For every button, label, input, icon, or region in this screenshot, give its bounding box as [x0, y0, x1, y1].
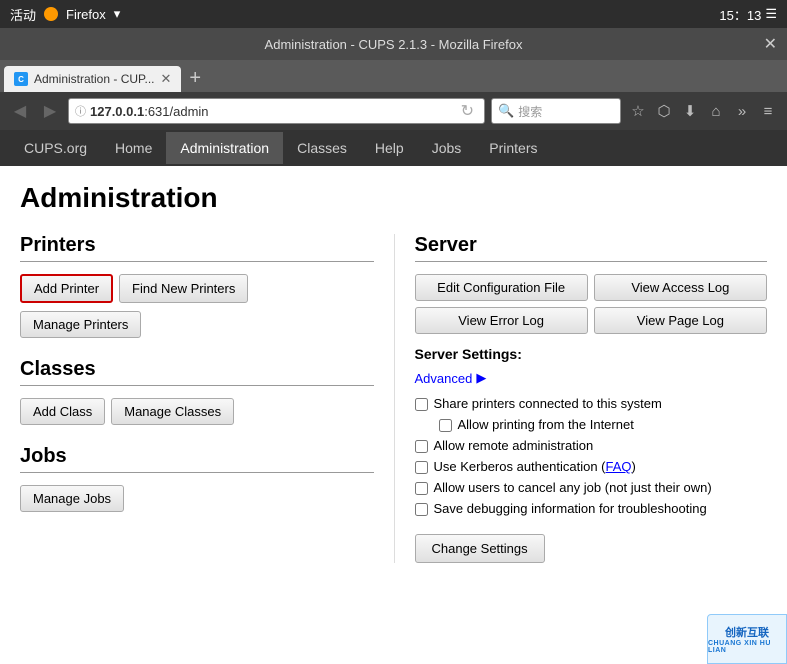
- classes-section: Classes Add Class Manage Classes: [20, 358, 374, 425]
- search-bar[interactable]: 🔍 搜索: [491, 98, 621, 124]
- url-secure-icon: ⓘ: [75, 103, 86, 119]
- nav-cups-org[interactable]: CUPS.org: [10, 132, 101, 164]
- page-title: Administration: [20, 182, 767, 214]
- browser-window-title: Administration - CUPS 2.1.3 - Mozilla Fi…: [265, 37, 523, 52]
- browser-tab-active[interactable]: C Administration - CUP... ✕: [4, 66, 181, 92]
- nav-printers[interactable]: Printers: [475, 132, 551, 164]
- manage-jobs-button[interactable]: Manage Jobs: [20, 485, 124, 512]
- jobs-btn-row: Manage Jobs: [20, 485, 374, 512]
- tab-close-button[interactable]: ✕: [161, 71, 172, 87]
- nav-home[interactable]: Home: [101, 132, 166, 164]
- firefox-favicon: [44, 7, 58, 21]
- tab-bar: C Administration - CUP... ✕ +: [0, 60, 787, 92]
- checkbox-allow-printing-internet: Allow printing from the Internet: [439, 417, 768, 432]
- download-icon[interactable]: ⬇: [679, 100, 701, 122]
- manage-printers-button[interactable]: Manage Printers: [20, 311, 141, 338]
- allow-remote-admin-checkbox[interactable]: [415, 440, 428, 453]
- forward-button[interactable]: ▶: [38, 99, 62, 123]
- toolbar-icons: ☆ ⬡ ⬇ ⌂ » ≡: [627, 100, 779, 122]
- share-icon[interactable]: ⬡: [653, 100, 675, 122]
- new-tab-button[interactable]: +: [183, 67, 207, 90]
- faq-link[interactable]: FAQ: [605, 459, 631, 474]
- watermark-line2: CHUANG XIN HU LIAN: [708, 640, 786, 654]
- printers-section: Printers Add Printer Find New Printers M…: [20, 234, 374, 338]
- printers-btn-row-1: Add Printer Find New Printers: [20, 274, 374, 303]
- nav-administration[interactable]: Administration: [166, 132, 283, 164]
- browser-close-button[interactable]: ✕: [764, 34, 777, 54]
- save-debug-info-checkbox[interactable]: [415, 503, 428, 516]
- os-taskbar-left: 活动 Firefox ▾: [10, 5, 120, 24]
- checkbox-debug-info: Save debugging information for troublesh…: [415, 501, 768, 516]
- printers-heading: Printers: [20, 234, 374, 262]
- server-btn-grid: Edit Configuration File View Access Log …: [415, 274, 768, 334]
- page-content: Administration Printers Add Printer Find…: [0, 166, 787, 664]
- allow-internet-printing-label: Allow printing from the Internet: [458, 417, 634, 432]
- main-grid: Printers Add Printer Find New Printers M…: [20, 234, 767, 563]
- address-bar: ◀ ▶ ⓘ 127.0.0.1:631/admin ↻ 🔍 搜索 ☆ ⬡ ⬇ ⌂…: [0, 92, 787, 130]
- view-access-log-button[interactable]: View Access Log: [594, 274, 767, 301]
- nav-jobs[interactable]: Jobs: [418, 132, 476, 164]
- add-printer-button[interactable]: Add Printer: [20, 274, 113, 303]
- view-page-log-button[interactable]: View Page Log: [594, 307, 767, 334]
- url-text: 127.0.0.1:631/admin: [90, 104, 453, 119]
- save-debug-info-label: Save debugging information for troublesh…: [434, 501, 707, 516]
- home-icon[interactable]: ⌂: [705, 100, 727, 122]
- find-new-printers-button[interactable]: Find New Printers: [119, 274, 248, 303]
- bookmark-icon[interactable]: ☆: [627, 100, 649, 122]
- right-column: Server Edit Configuration File View Acce…: [394, 234, 768, 563]
- advanced-arrow: ▶: [476, 370, 486, 386]
- jobs-section: Jobs Manage Jobs: [20, 445, 374, 512]
- url-bar[interactable]: ⓘ 127.0.0.1:631/admin ↻: [68, 98, 485, 124]
- os-time: 15：13: [719, 5, 761, 24]
- refresh-button[interactable]: ↻: [457, 101, 478, 121]
- server-settings-label: Server Settings:: [415, 346, 768, 362]
- tab-favicon: C: [14, 72, 28, 86]
- tab-label: Administration - CUP...: [34, 72, 155, 86]
- search-icon: 🔍: [498, 103, 514, 119]
- checkbox-kerberos: Use Kerberos authentication (FAQ): [415, 459, 768, 474]
- checkbox-share-printers: Share printers connected to this system: [415, 396, 768, 411]
- jobs-heading: Jobs: [20, 445, 374, 473]
- extensions-icon[interactable]: »: [731, 100, 753, 122]
- activities-label[interactable]: 活动: [10, 5, 36, 24]
- classes-btn-row: Add Class Manage Classes: [20, 398, 374, 425]
- hamburger-menu-icon[interactable]: ≡: [757, 100, 779, 122]
- cups-navigation: CUPS.org Home Administration Classes Hel…: [0, 130, 787, 166]
- url-host: 127.0.0.1: [90, 104, 144, 119]
- search-placeholder: 搜索: [518, 103, 542, 120]
- edit-configuration-button[interactable]: Edit Configuration File: [415, 274, 588, 301]
- share-printers-label: Share printers connected to this system: [434, 396, 662, 411]
- checkbox-allow-remote-admin: Allow remote administration: [415, 438, 768, 453]
- advanced-label: Advanced: [415, 371, 473, 386]
- allow-remote-admin-label: Allow remote administration: [434, 438, 594, 453]
- url-path: :631/admin: [144, 104, 208, 119]
- advanced-link[interactable]: Advanced ▶: [415, 370, 768, 386]
- watermark-line1: 创新互联: [725, 624, 769, 640]
- cancel-any-job-checkbox[interactable]: [415, 482, 428, 495]
- browser-title-bar: Administration - CUPS 2.1.3 - Mozilla Fi…: [0, 28, 787, 60]
- nav-help[interactable]: Help: [361, 132, 418, 164]
- nav-classes[interactable]: Classes: [283, 132, 361, 164]
- printers-btn-row-2: Manage Printers: [20, 311, 374, 338]
- cancel-any-job-label: Allow users to cancel any job (not just …: [434, 480, 712, 495]
- firefox-label[interactable]: Firefox: [66, 7, 106, 22]
- view-error-log-button[interactable]: View Error Log: [415, 307, 588, 334]
- kerberos-label: Use Kerberos authentication (FAQ): [434, 459, 636, 474]
- os-dropdown-arrow[interactable]: ▾: [114, 6, 121, 22]
- watermark-logo: 创新互联 CHUANG XIN HU LIAN: [707, 614, 787, 664]
- change-settings-button[interactable]: Change Settings: [415, 534, 545, 563]
- os-taskbar: 活动 Firefox ▾ 15：13 ☰: [0, 0, 787, 28]
- left-column: Printers Add Printer Find New Printers M…: [20, 234, 394, 563]
- share-printers-checkbox[interactable]: [415, 398, 428, 411]
- back-button[interactable]: ◀: [8, 99, 32, 123]
- kerberos-checkbox[interactable]: [415, 461, 428, 474]
- os-taskbar-right: 15：13 ☰: [719, 5, 777, 24]
- classes-heading: Classes: [20, 358, 374, 386]
- os-menu-icon[interactable]: ☰: [765, 6, 777, 22]
- server-heading: Server: [415, 234, 768, 262]
- allow-internet-printing-checkbox[interactable]: [439, 419, 452, 432]
- checkbox-cancel-job: Allow users to cancel any job (not just …: [415, 480, 768, 495]
- add-class-button[interactable]: Add Class: [20, 398, 105, 425]
- manage-classes-button[interactable]: Manage Classes: [111, 398, 234, 425]
